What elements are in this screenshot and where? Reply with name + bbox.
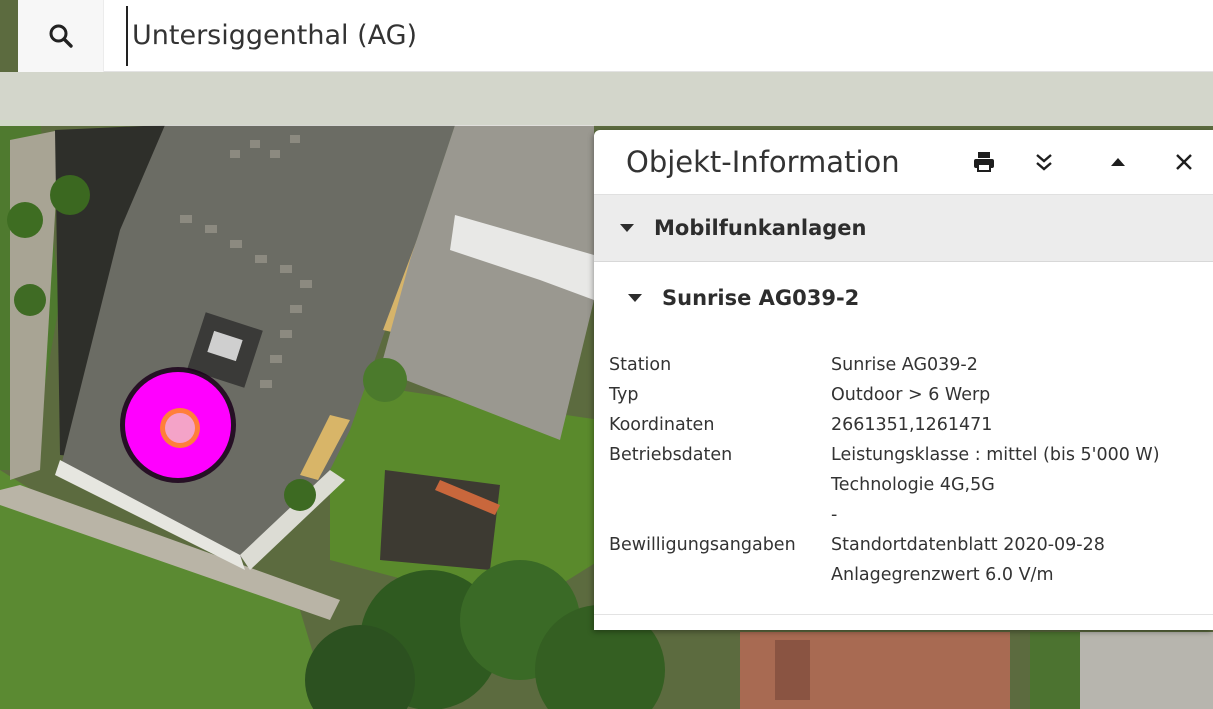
item-header[interactable]: Sunrise AG039-2 xyxy=(594,262,1213,334)
panel-title: Objekt-Information xyxy=(626,145,900,179)
attribute-value: Technologie 4G,5G xyxy=(831,475,995,495)
section-mobilfunkanlagen[interactable]: Mobilfunkanlagen xyxy=(594,194,1213,262)
attribute-value: Standortdatenblatt 2020-09-28 xyxy=(831,535,1105,555)
attribute-value: Outdoor > 6 Werp xyxy=(831,385,991,405)
print-icon[interactable] xyxy=(970,148,998,176)
attribute-key: Koordinaten xyxy=(609,415,715,435)
attribute-table: Station Sunrise AG039-2 Typ Outdoor > 6 … xyxy=(609,350,1209,590)
panel-footer xyxy=(594,614,1213,630)
caret-up-icon[interactable] xyxy=(1104,148,1132,176)
object-info-panel: Objekt-Information Mobilfunkanlagen Sunr… xyxy=(594,130,1213,630)
attribute-value: 2661351,1261471 xyxy=(831,415,993,435)
attribute-row: Koordinaten 2661351,1261471 xyxy=(609,410,1209,440)
attribute-row: Typ Outdoor > 6 Werp xyxy=(609,380,1209,410)
search-icon xyxy=(49,24,73,48)
attribute-row: Station Sunrise AG039-2 xyxy=(609,350,1209,380)
attribute-value: Anlagegrenzwert 6.0 V/m xyxy=(831,565,1054,585)
map-overlay-strip xyxy=(0,72,1213,126)
section-label: Mobilfunkanlagen xyxy=(654,216,867,240)
attribute-row: Bewilligungsangaben Standortdatenblatt 2… xyxy=(609,530,1209,590)
attribute-row: Betriebsdaten Leistungsklasse : mittel (… xyxy=(609,440,1209,530)
double-chevron-down-icon[interactable] xyxy=(1030,148,1058,176)
attribute-value: Leistungsklasse : mittel (bis 5'000 W) xyxy=(831,445,1160,465)
caret-down-icon xyxy=(620,224,634,232)
attribute-key: Station xyxy=(609,355,672,375)
search-bar xyxy=(18,0,1213,72)
attribute-key: Betriebsdaten xyxy=(609,445,733,465)
attribute-value: Sunrise AG039-2 xyxy=(831,355,978,375)
search-button[interactable] xyxy=(18,0,104,72)
attribute-value: - xyxy=(831,505,838,525)
item-label: Sunrise AG039-2 xyxy=(662,286,860,310)
close-icon[interactable] xyxy=(1170,148,1198,176)
attribute-key: Bewilligungsangaben xyxy=(609,535,796,555)
caret-down-icon xyxy=(628,294,642,302)
attribute-key: Typ xyxy=(609,385,639,405)
search-input[interactable] xyxy=(126,5,1026,66)
panel-header: Objekt-Information xyxy=(594,130,1213,194)
